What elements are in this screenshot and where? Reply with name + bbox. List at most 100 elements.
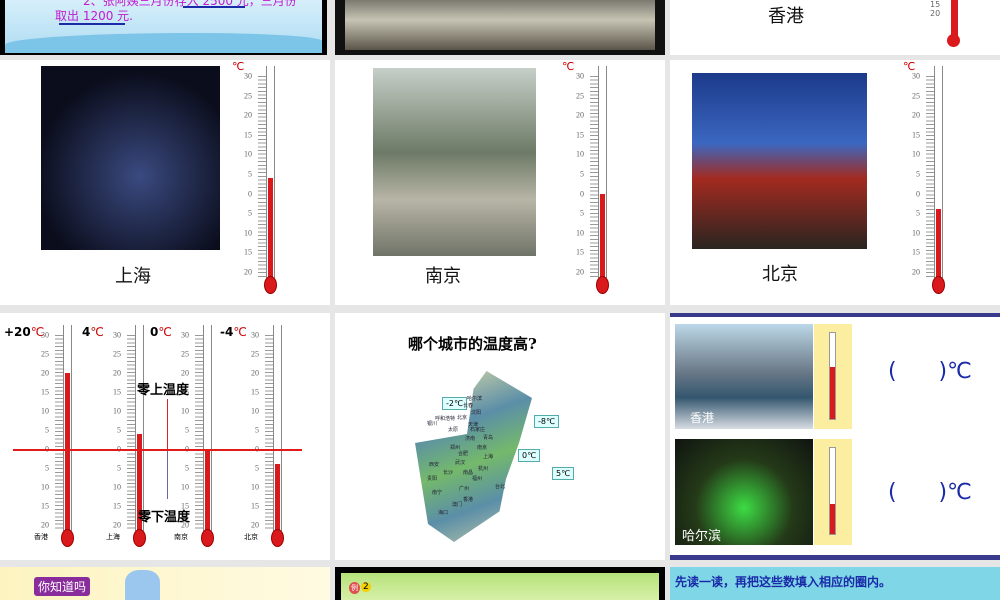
city-label: 香港	[768, 6, 804, 27]
map-city-label: 西安	[429, 462, 440, 468]
mercury	[275, 464, 280, 531]
thermometer: 3025201510505101520	[570, 66, 610, 294]
map-city-label: 石家庄	[470, 427, 486, 433]
slide-3-thumbnail[interactable]: 香港 15 20	[670, 0, 1000, 55]
scale-ticks	[51, 335, 63, 531]
instruction-text: 先读一读，再把这些数填入相应的圈内。	[675, 575, 892, 589]
down-arrow	[167, 451, 168, 499]
scale-label: 30	[251, 330, 259, 340]
city-label: 上海	[106, 533, 120, 541]
scale-ticks	[123, 335, 135, 531]
temp-callout: -8℃	[534, 415, 559, 428]
map-city-label: 太原	[448, 427, 459, 433]
slide-4-thumbnail[interactable]: 上海 ℃ 30 25 20 15 10 5 0 5 10 15 20	[0, 60, 330, 305]
scale-label: 15	[576, 247, 584, 257]
scale-label: 10	[41, 406, 49, 416]
map-city-label: 南京	[477, 445, 488, 451]
scale-label: 5	[248, 169, 252, 179]
map-city-label: 台北	[495, 484, 506, 490]
wave-decoration	[5, 33, 322, 53]
thermometer: 3025201510505101520	[35, 325, 75, 547]
thermometer-tube	[266, 66, 275, 278]
scale-label: 15	[251, 387, 259, 397]
scale-ticks	[254, 76, 266, 278]
scale-label: 5	[916, 208, 920, 218]
shanghai-photo	[41, 66, 220, 250]
example-badge: 例	[349, 582, 360, 594]
scale-ticks	[586, 76, 598, 278]
slide-6-thumbnail[interactable]: 北京 ℃ 30 25 20 15 10 5 0 5 10 15 20	[670, 60, 1000, 305]
scale-label: 15	[113, 387, 121, 397]
slide-10-thumbnail[interactable]: 你知道吗	[0, 567, 330, 600]
scale-label: 25	[576, 91, 584, 101]
temp-reading: -4℃	[220, 325, 247, 339]
city-label: 上海	[115, 266, 151, 287]
temp-callout: 5℃	[552, 467, 575, 480]
thermometer-tube	[135, 325, 144, 531]
scale-label: 20	[181, 368, 189, 378]
scale-label: 15	[912, 247, 920, 257]
city-label: 北京	[244, 533, 258, 541]
mercury	[205, 449, 210, 531]
map-city-label: 长春	[463, 403, 474, 409]
map-city-label: 澳门	[452, 502, 463, 508]
thermometer-bulb	[596, 276, 609, 294]
map-city-label: 南宁	[432, 490, 443, 496]
city-label: 香港	[34, 533, 48, 541]
slide-12-thumbnail[interactable]: 先读一读，再把这些数填入相应的圈内。	[670, 567, 1000, 600]
scale-ticks	[191, 335, 203, 531]
thermometer-tube	[203, 325, 212, 531]
scale-label: 15	[41, 501, 49, 511]
mercury	[65, 373, 70, 531]
thermometer: 3025201510505101520	[245, 325, 285, 547]
scale-label: 20	[251, 520, 259, 530]
map-city-label: 杭州	[478, 466, 489, 472]
scale-label: 20	[41, 520, 49, 530]
scale-label: 20	[113, 368, 121, 378]
scale-label: 30	[244, 71, 252, 81]
map-city-label: 海口	[438, 510, 449, 516]
scale-label: 15	[251, 501, 259, 511]
slide-1-thumbnail[interactable]: 2、张阿姨三月份存入 2500 元，三月份 取出 1200 元.	[0, 0, 327, 55]
scale-label: 20	[244, 267, 252, 277]
answer-blank[interactable]: ( )℃	[888, 359, 972, 384]
map-city-label: 长沙	[443, 470, 454, 476]
map-city-label: 银川	[427, 421, 438, 427]
map-city-label: 沈阳	[471, 410, 482, 416]
slide-text: 取出 1200 元.	[55, 9, 133, 23]
map-city-label: 上海	[483, 454, 494, 460]
slide-5-thumbnail[interactable]: 南京 ℃ 30 25 20 15 10 5 0 5 10 15 20	[335, 60, 665, 305]
slide-2-thumbnail[interactable]	[335, 0, 665, 55]
slide-7-thumbnail[interactable]: +20℃ 3025201510505101520 香港4℃ 3025201510…	[0, 313, 330, 560]
scale-label: 30	[912, 71, 920, 81]
slide-8-thumbnail[interactable]: 哪个城市的温度高? -2℃ -8℃ 0℃ 5℃ 哈尔滨 长春 沈阳 呼和浩特 北京 天津银…	[335, 313, 665, 560]
scale-label: 15	[113, 501, 121, 511]
slide-photo	[345, 0, 655, 50]
scale-label: 25	[912, 91, 920, 101]
scale-label: 10	[181, 406, 189, 416]
scale-label: 30	[41, 330, 49, 340]
thermometer-bulb	[932, 276, 945, 294]
answer-blank[interactable]: ( )℃	[888, 480, 972, 505]
scale-label: 10	[912, 228, 920, 238]
map-city-label: 青岛	[483, 435, 494, 441]
scale-ticks	[922, 76, 934, 278]
scale-label: 15	[244, 130, 252, 140]
slide-9-thumbnail[interactable]: 香港 ( )℃ 哈尔滨 ( )℃	[670, 313, 1000, 560]
map-city-label: 呼和浩特	[435, 416, 456, 422]
map-city-label: 武汉	[455, 460, 466, 466]
scale-label: 25	[181, 349, 189, 359]
scale-label: 0	[248, 189, 252, 199]
map-city-label: 香港	[463, 497, 474, 503]
zero-line	[13, 449, 302, 451]
beijing-photo	[692, 73, 867, 249]
above-zero-label: 零上温度	[137, 383, 190, 398]
scale-label: 5	[117, 425, 121, 435]
mercury	[600, 193, 605, 278]
temp-callout: 0℃	[518, 449, 541, 462]
city-label: 南京	[425, 266, 461, 287]
city-label: 哈尔滨	[682, 529, 722, 544]
map-city-label: 北京	[457, 415, 468, 421]
scale-label: 5	[580, 208, 584, 218]
slide-11-thumbnail[interactable]: 例 2	[335, 567, 665, 600]
